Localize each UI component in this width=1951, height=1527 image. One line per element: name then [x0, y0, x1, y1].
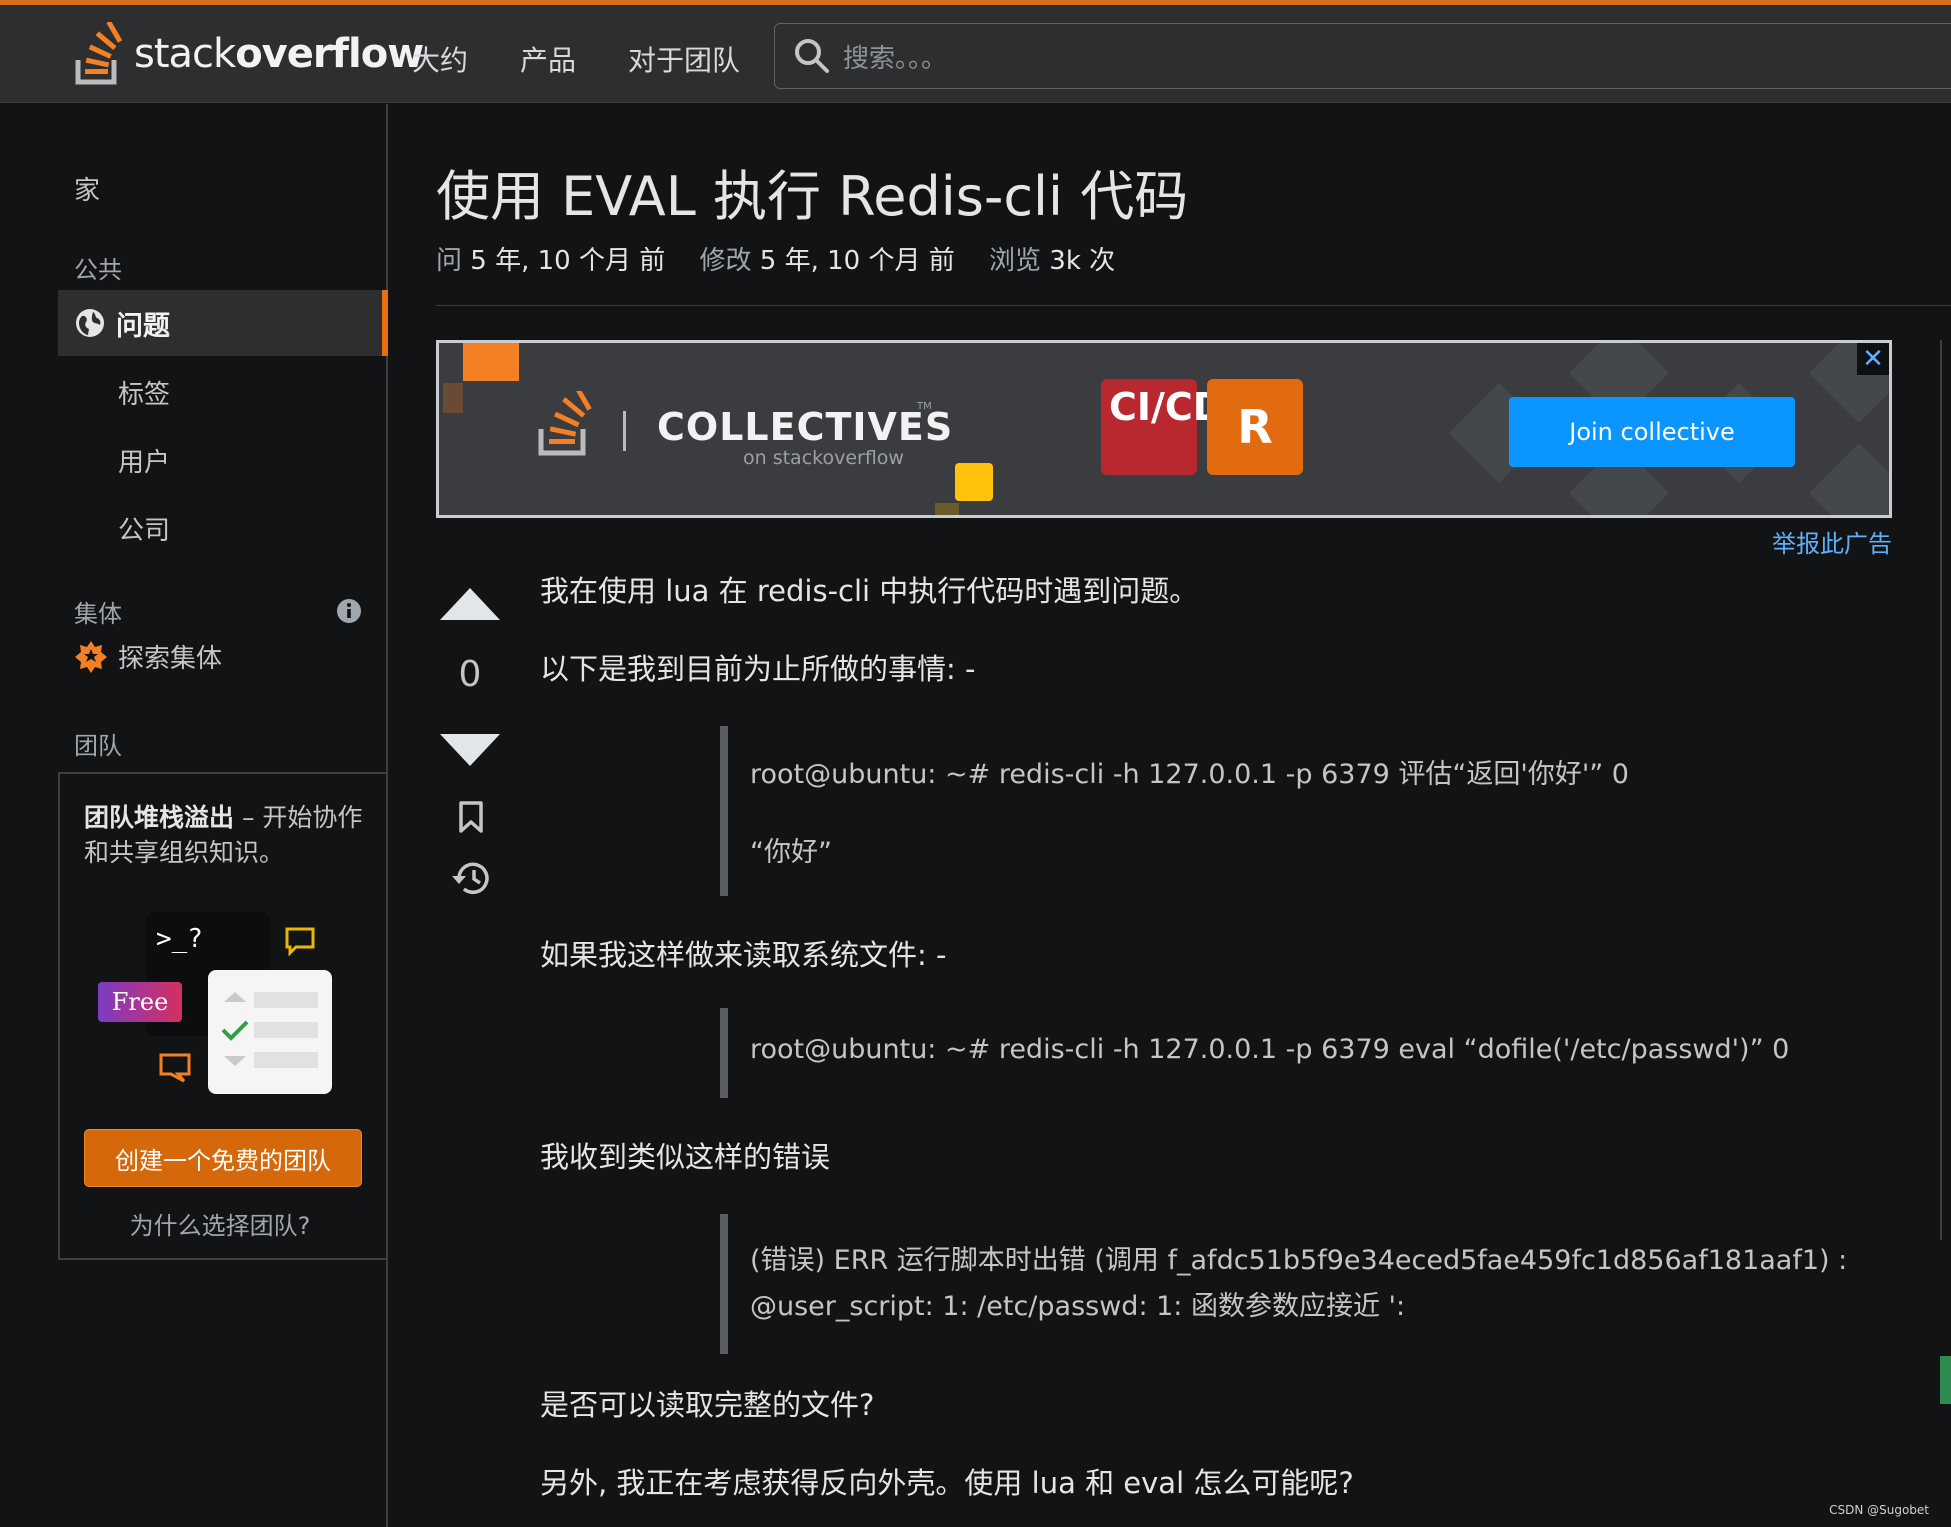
- modified-label: 修改: [699, 246, 752, 276]
- downvote-icon[interactable]: [438, 732, 502, 770]
- asked-label: 问: [436, 246, 463, 276]
- join-collective-button[interactable]: Join collective: [1509, 397, 1795, 467]
- sidebar-item-explore-collectives[interactable]: 探索集体: [74, 638, 222, 675]
- sidebar-item-users[interactable]: 用户: [118, 442, 170, 479]
- body-paragraph-4: 我收到类似这样的错误: [540, 1140, 831, 1174]
- collectives-brand: COLLECTIVES: [657, 405, 954, 449]
- body-paragraph-1: 我在使用 lua 在 redis-cli 中执行代码时遇到问题。: [540, 574, 1199, 608]
- top-bar: stackoverflow 大约 产品 对于团队 搜索。。。: [0, 5, 1951, 103]
- body-paragraph-2: 以下是我到目前为止所做的事情: -: [540, 652, 976, 686]
- search-input[interactable]: 搜索。。。: [774, 23, 1951, 89]
- trademark-mark: TM: [917, 401, 932, 412]
- blockquote-1-line-1: root@ubuntu: ~# redis-cli -h 127.0.0.1 -…: [750, 759, 1629, 790]
- logo-text: stackoverflow: [134, 31, 424, 77]
- create-team-button[interactable]: 创建一个免费的团队: [84, 1129, 362, 1187]
- chat-bubble-orange-icon: [159, 1053, 191, 1083]
- sidebar-item-questions-label: 问题: [116, 310, 170, 342]
- terminal-prompt: >_?: [156, 924, 203, 954]
- globe-icon: [76, 309, 104, 337]
- search-placeholder: 搜索。。。: [843, 43, 948, 74]
- right-sidebar-edge: [1940, 340, 1951, 1240]
- chat-bubble-yellow-icon: [285, 927, 315, 956]
- blockquote-1-line-2: “你好”: [750, 837, 832, 868]
- asked-value: 5 年, 10 个月 前: [470, 246, 666, 276]
- body-paragraph-3: 如果我这样做来读取系统文件: -: [540, 938, 947, 972]
- collectives-sub: on stackoverflow: [743, 447, 904, 469]
- vote-count: 0: [458, 654, 482, 695]
- teams-promo-text: 团队堆栈溢出 – 开始协作和共享组织知识。: [84, 803, 363, 867]
- body-paragraph-6: 另外, 我正在考虑获得反向外壳。使用 lua 和 eval 怎么可能呢?: [540, 1466, 1354, 1500]
- nav-about[interactable]: 大约: [412, 39, 468, 79]
- sidebar-section-teams: 团队: [74, 732, 122, 760]
- checklist-illustration: [208, 970, 332, 1094]
- nav-products[interactable]: 产品: [520, 39, 576, 79]
- question-meta: 问 5 年, 10 个月 前 修改 5 年, 10 个月 前 浏览 3k 次: [436, 240, 1115, 277]
- watermark: CSDN @Sugobet: [1829, 1503, 1929, 1517]
- stackoverflow-mark-icon: [538, 391, 592, 456]
- close-ad-icon[interactable]: ✕: [1857, 343, 1889, 375]
- blockquote-3-line-1: (错误) ERR 运行脚本时出错 (调用 f_afdc51b5f9e34eced…: [750, 1245, 1848, 1276]
- why-teams-link[interactable]: 为什么选择团队?: [60, 1206, 380, 1241]
- right-sidebar-green-block: [1940, 1356, 1951, 1404]
- collectives-star-icon: [75, 640, 107, 673]
- report-ad-link[interactable]: 举报此广告: [1772, 524, 1892, 559]
- nav-for-teams[interactable]: 对于团队: [628, 39, 740, 79]
- stackoverflow-logo[interactable]: stackoverflow: [74, 21, 424, 87]
- teams-promo-card: 团队堆栈溢出 – 开始协作和共享组织知识。 >_? Free 创建一个免费的团队…: [58, 772, 388, 1260]
- question-main: 使用 EVAL 执行 Redis-cli 代码 问 5 年, 10 个月 前 修…: [390, 104, 1951, 1527]
- modified-value[interactable]: 5 年, 10 个月 前: [760, 246, 955, 276]
- title-divider: [436, 305, 1951, 306]
- logo-separator: [623, 411, 626, 451]
- check-icon: [221, 992, 249, 1066]
- viewed-label: 浏览: [989, 246, 1042, 276]
- blockquote-3-line-2: @user_script: 1: /etc/passwd: 1: 函数参数应接近…: [750, 1291, 1406, 1322]
- sidebar-item-companies[interactable]: 公司: [118, 510, 170, 547]
- blockquote-2-line-1: root@ubuntu: ~# redis-cli -h 127.0.0.1 -…: [750, 1034, 1790, 1065]
- upvote-icon[interactable]: [438, 584, 502, 622]
- sidebar-item-questions[interactable]: 问题: [58, 290, 388, 356]
- history-icon[interactable]: [450, 858, 492, 898]
- info-icon[interactable]: [336, 598, 362, 624]
- collectives-ad-banner[interactable]: COLLECTIVES TM on stackoverflow CI/CD R …: [436, 340, 1892, 518]
- cicd-tile: CI/CD: [1101, 379, 1224, 475]
- body-paragraph-5: 是否可以读取完整的文件?: [540, 1388, 875, 1422]
- search-icon: [795, 39, 829, 73]
- question-title[interactable]: 使用 EVAL 执行 Redis-cli 代码: [436, 152, 1188, 231]
- sidebar-item-home[interactable]: 家: [74, 170, 100, 207]
- free-badge: Free: [98, 982, 182, 1022]
- explore-collectives-label: 探索集体: [118, 644, 223, 674]
- stackoverflow-logo-icon: [75, 22, 123, 85]
- bookmark-icon[interactable]: [458, 800, 484, 834]
- r-tile: R: [1207, 379, 1303, 475]
- left-sidebar: 家 公共 问题 标签 用户 公司 集体 探索集体 团队 团队堆栈溢出 – 开始协…: [0, 104, 388, 1527]
- viewed-value: 3k 次: [1049, 246, 1116, 276]
- sidebar-section-collectives: 集体: [74, 600, 122, 628]
- sidebar-item-tags[interactable]: 标签: [118, 374, 170, 411]
- sidebar-section-public: 公共: [74, 256, 122, 284]
